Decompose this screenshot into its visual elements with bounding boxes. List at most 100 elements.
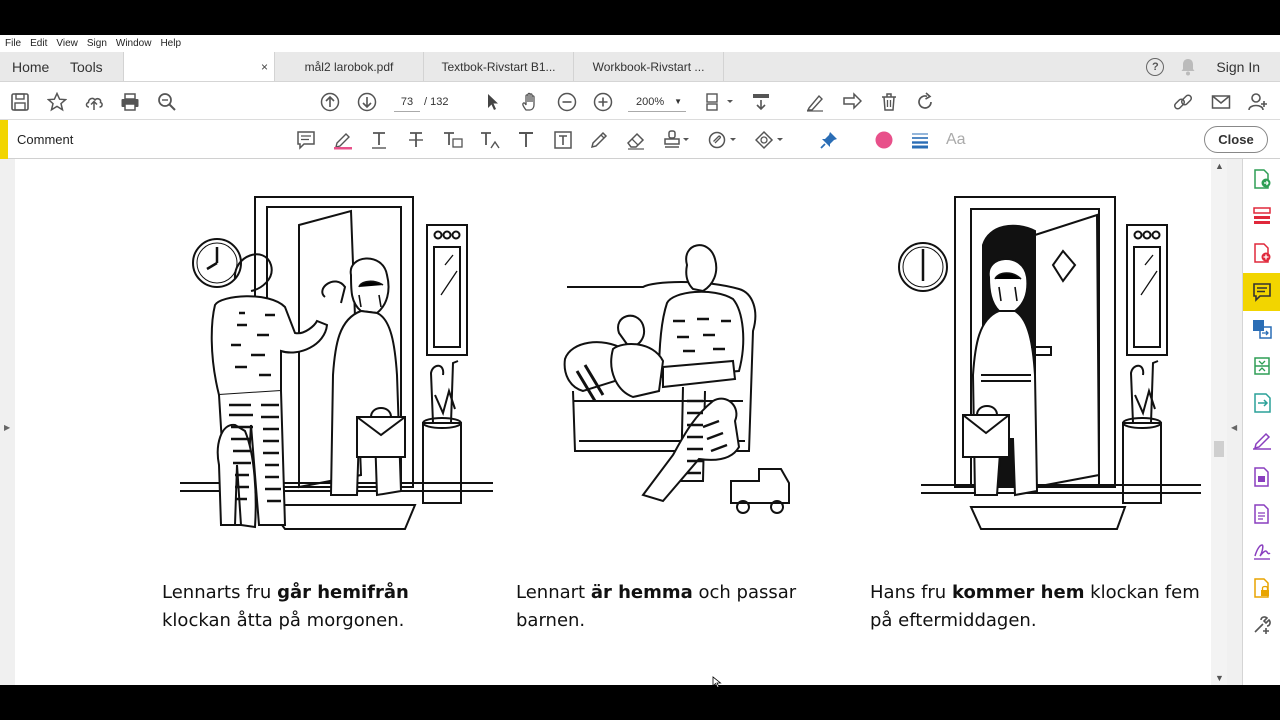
- close-tab-icon[interactable]: ×: [261, 60, 268, 74]
- menu-view[interactable]: View: [56, 38, 78, 49]
- tab-home[interactable]: Home: [0, 52, 58, 81]
- stamp-icon[interactable]: [663, 130, 691, 150]
- replace-text-icon[interactable]: [442, 130, 464, 150]
- menu-sign[interactable]: Sign: [87, 38, 107, 49]
- eraser-icon[interactable]: [626, 130, 646, 150]
- find-text-icon[interactable]: [157, 92, 177, 112]
- sign-in-button[interactable]: Sign In: [1216, 59, 1260, 75]
- bookmark-star-icon[interactable]: [47, 92, 67, 112]
- line-thickness-icon[interactable]: [910, 130, 930, 150]
- color-picker-icon[interactable]: [874, 130, 894, 150]
- zoom-out-icon[interactable]: [557, 92, 577, 112]
- scrollbar-thumb[interactable]: [1214, 441, 1224, 457]
- add-text-icon[interactable]: [516, 130, 536, 150]
- scroll-down-icon[interactable]: ▼: [1215, 673, 1224, 683]
- email-icon[interactable]: [1211, 92, 1231, 112]
- menu-help[interactable]: Help: [160, 38, 181, 49]
- protect-icon[interactable]: [1252, 578, 1272, 598]
- pencil-draw-icon[interactable]: [589, 130, 609, 150]
- page-display-icon[interactable]: [705, 92, 733, 112]
- strikethrough-icon[interactable]: [406, 130, 426, 150]
- close-comment-button[interactable]: Close: [1204, 126, 1268, 153]
- pin-icon[interactable]: [819, 130, 839, 150]
- comment-tool-title: Comment: [17, 132, 74, 147]
- menu-file[interactable]: File: [5, 38, 21, 49]
- combine-files-icon[interactable]: [1252, 319, 1272, 339]
- edit-pdf-icon[interactable]: [1252, 467, 1272, 487]
- bell-icon[interactable]: [1180, 58, 1196, 76]
- left-panel-toggle[interactable]: ▶: [0, 159, 15, 685]
- acrobat-window: File Edit View Sign Window Help Home Too…: [0, 35, 1280, 685]
- document-tab-mal2[interactable]: mål2 larobok.pdf: [275, 52, 424, 81]
- document-tab-label: mål2 larobok.pdf: [304, 59, 394, 74]
- comment-tool-icon[interactable]: [1252, 282, 1272, 302]
- caption-text: Lennart: [516, 582, 591, 603]
- document-tab-workbook[interactable]: Workbook-Rivstart ...: [574, 52, 724, 81]
- caption-keyword: är hemma: [590, 582, 693, 603]
- page-total: / 132: [424, 96, 449, 108]
- tab-bar: Home Tools × mål2 larobok.pdf Textbok-Ri…: [0, 52, 1280, 82]
- send-for-review-icon[interactable]: [1252, 393, 1272, 413]
- text-properties-icon[interactable]: Aa: [946, 130, 970, 150]
- prepare-form-icon[interactable]: [1252, 504, 1272, 524]
- caption-line: Lennart är hemma och passar: [516, 579, 796, 607]
- zoom-in-icon[interactable]: [593, 92, 613, 112]
- hand-tool-icon[interactable]: [520, 92, 540, 112]
- caption-text: klockan fem: [1084, 582, 1200, 603]
- insert-text-icon[interactable]: [479, 130, 501, 150]
- page-number-input[interactable]: 73: [394, 92, 420, 112]
- vertical-scrollbar[interactable]: ▲ ▼: [1211, 159, 1227, 685]
- right-panel-toggle[interactable]: ◀: [1227, 159, 1242, 685]
- save-icon[interactable]: [10, 92, 30, 112]
- illustration-coming-home: [898, 196, 1201, 530]
- header-actions: ? Sign In: [1146, 52, 1280, 82]
- menu-edit[interactable]: Edit: [30, 38, 47, 49]
- shapes-icon[interactable]: [755, 130, 785, 150]
- mouse-pointer-icon: [712, 676, 722, 688]
- attach-file-icon[interactable]: [708, 130, 738, 150]
- next-page-icon[interactable]: [357, 92, 377, 112]
- caption-line: Hans fru kommer hem klockan fem: [870, 579, 1200, 607]
- help-icon[interactable]: ?: [1146, 58, 1165, 76]
- underline-text-icon[interactable]: [369, 130, 389, 150]
- compress-pdf-icon[interactable]: [1252, 356, 1272, 376]
- document-viewport: ▶ Lennarts fru går hemifrån klockan åtta…: [0, 159, 1242, 685]
- print-icon[interactable]: [120, 92, 140, 112]
- document-tab-label: Textbok-Rivstart B1...: [441, 59, 556, 74]
- text-box-icon[interactable]: [553, 130, 573, 150]
- chevron-down-icon: ▼: [674, 97, 682, 106]
- pdf-page[interactable]: Lennarts fru går hemifrån klockan åtta p…: [15, 159, 1211, 685]
- previous-page-icon[interactable]: [320, 92, 340, 112]
- tab-tools[interactable]: Tools: [58, 52, 123, 81]
- caption-text: Hans fru: [870, 582, 952, 603]
- upload-cloud-icon[interactable]: [84, 92, 104, 112]
- document-tab-active[interactable]: ×: [123, 52, 275, 81]
- comment-toolbar: Comment Aa Close: [0, 120, 1280, 159]
- caption-text: Lennarts fru: [162, 582, 278, 603]
- send-for-signature-icon[interactable]: [842, 92, 862, 112]
- zoom-level-select[interactable]: 200% ▼: [628, 92, 686, 112]
- illustration-father-home: [563, 244, 790, 514]
- scroll-up-icon[interactable]: ▲: [1215, 161, 1224, 171]
- organize-pages-icon[interactable]: [1252, 206, 1272, 226]
- highlight-text-icon[interactable]: [333, 130, 353, 150]
- illustration-leaving-home: [180, 196, 493, 530]
- menu-window[interactable]: Window: [116, 38, 152, 49]
- share-user-icon[interactable]: [1248, 92, 1268, 112]
- comment-accent-bar: [0, 120, 8, 159]
- scroll-mode-icon[interactable]: [751, 92, 771, 112]
- sticky-note-icon[interactable]: [296, 130, 316, 150]
- fill-sign-icon[interactable]: [1252, 430, 1272, 450]
- request-signature-icon[interactable]: [1252, 541, 1272, 561]
- select-cursor-icon[interactable]: [483, 92, 503, 112]
- share-link-icon[interactable]: [1173, 92, 1193, 112]
- caption-panel-3: Hans fru kommer hem klockan fem på efter…: [870, 579, 1200, 635]
- export-pdf-icon[interactable]: [1252, 169, 1272, 189]
- sign-pen-icon[interactable]: [805, 92, 825, 112]
- chevron-left-icon: ◀: [1231, 423, 1238, 432]
- document-tab-textbok[interactable]: Textbok-Rivstart B1...: [424, 52, 574, 81]
- trash-icon[interactable]: [879, 92, 899, 112]
- create-pdf-icon[interactable]: [1252, 243, 1272, 263]
- more-tools-icon[interactable]: [1252, 615, 1272, 635]
- rotate-icon[interactable]: [915, 92, 935, 112]
